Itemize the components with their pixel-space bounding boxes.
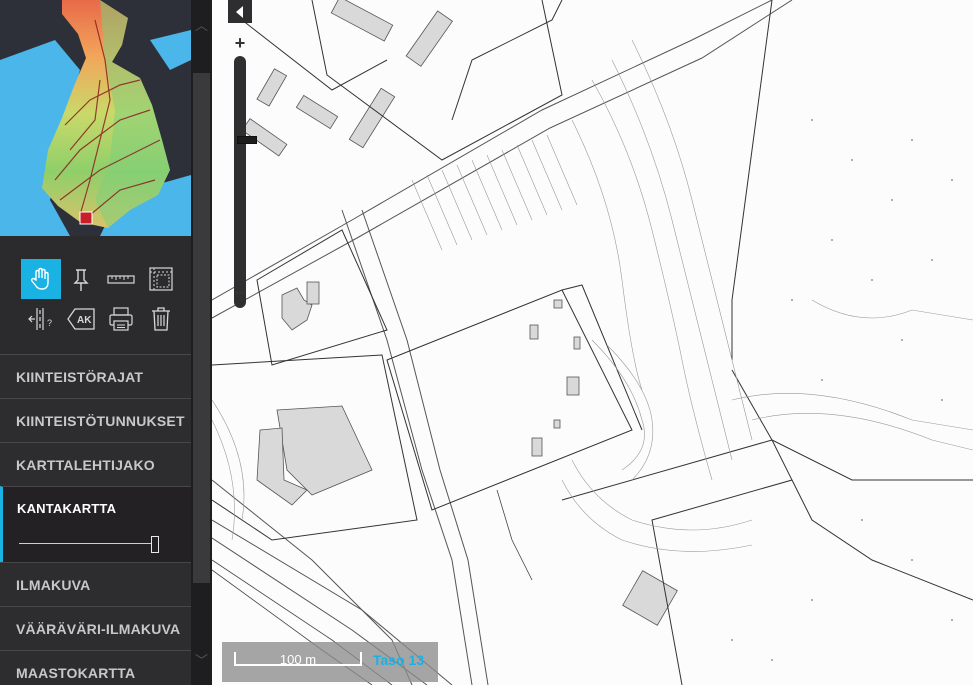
collapse-sidebar-button[interactable]: [228, 0, 252, 23]
printer-icon: [109, 307, 133, 331]
layer-label: MAASTOKARTTA: [16, 665, 136, 681]
layer-item-karttalehtijako[interactable]: KARTTALEHTIJAKO: [0, 442, 191, 486]
svg-text:?: ?: [47, 318, 52, 328]
overview-map[interactable]: [0, 0, 191, 236]
layer-label: ILMAKUVA: [16, 577, 91, 593]
info-query-icon: ?: [28, 308, 52, 330]
layer-item-vaaravari-ilmakuva[interactable]: VÄÄRÄVÄRI-ILMAKUVA: [0, 606, 191, 650]
toolbar: ? AK: [0, 236, 191, 354]
measure-area-tool-button[interactable]: [141, 259, 181, 299]
pin-icon: [73, 269, 89, 291]
hand-icon: [30, 267, 49, 290]
layer-item-maastokartta[interactable]: MAASTOKARTTA: [0, 650, 191, 685]
slider-thumb[interactable]: [151, 536, 159, 553]
scroll-up-icon[interactable]: ︿: [194, 19, 209, 32]
info-tool-button[interactable]: ?: [21, 299, 61, 339]
layer-item-kiinteistorajat[interactable]: KIINTEISTÖRAJAT: [0, 354, 191, 398]
layer-label: KANTAKARTTA: [17, 501, 117, 516]
layer-label: KIINTEISTÖRAJAT: [16, 369, 144, 385]
layer-item-ilmakuva[interactable]: ILMAKUVA: [0, 562, 191, 606]
pan-tool-button[interactable]: [21, 259, 61, 299]
scale-bar: 100 m Taso 13: [222, 642, 438, 682]
zoom-control: + −: [228, 30, 257, 308]
scale-text: 100 m: [279, 652, 317, 667]
chevron-left-icon: [236, 5, 243, 18]
area-tool-label: AK: [77, 315, 92, 326]
ruler-icon: [107, 275, 135, 284]
sidebar-scrollbar[interactable]: ︿ ﹀: [191, 0, 212, 685]
zoom-slider-knob[interactable]: [237, 136, 257, 144]
scrollbar-thumb[interactable]: [193, 73, 210, 583]
layer-label: VÄÄRÄVÄRI-ILMAKUVA: [16, 621, 181, 637]
address-tool-button[interactable]: AK: [61, 299, 101, 339]
map-canvas[interactable]: [212, 0, 973, 685]
zoom-in-button[interactable]: +: [228, 32, 252, 54]
zoom-level-text: Taso 13: [373, 652, 425, 668]
measure-distance-tool-button[interactable]: [101, 259, 141, 299]
sidebar: ? AK KIINTEISTÖRAJAT KIINTEISTÖTUNNUKSET…: [0, 0, 212, 685]
print-tool-button[interactable]: [101, 299, 141, 339]
clear-tool-button[interactable]: [141, 299, 181, 339]
area-icon: [149, 267, 173, 291]
trash-icon: [152, 307, 170, 331]
zoom-out-button[interactable]: −: [228, 282, 252, 304]
address-tag-icon: AK: [67, 308, 95, 330]
layer-label: KARTTALEHTIJAKO: [16, 457, 155, 473]
layer-item-kiinteistotunnukset[interactable]: KIINTEISTÖTUNNUKSET: [0, 398, 191, 442]
zoom-slider[interactable]: [234, 56, 257, 308]
slider-track: [19, 543, 153, 544]
layer-item-kantakartta[interactable]: KANTAKARTTA: [0, 486, 191, 562]
marker-tool-button[interactable]: [61, 259, 101, 299]
layer-list: KIINTEISTÖRAJAT KIINTEISTÖTUNNUKSET KART…: [0, 354, 191, 685]
scroll-down-icon[interactable]: ﹀: [194, 654, 209, 667]
layer-label: KIINTEISTÖTUNNUKSET: [16, 413, 185, 429]
layer-opacity-slider[interactable]: [19, 536, 159, 553]
base-map: [212, 0, 973, 685]
